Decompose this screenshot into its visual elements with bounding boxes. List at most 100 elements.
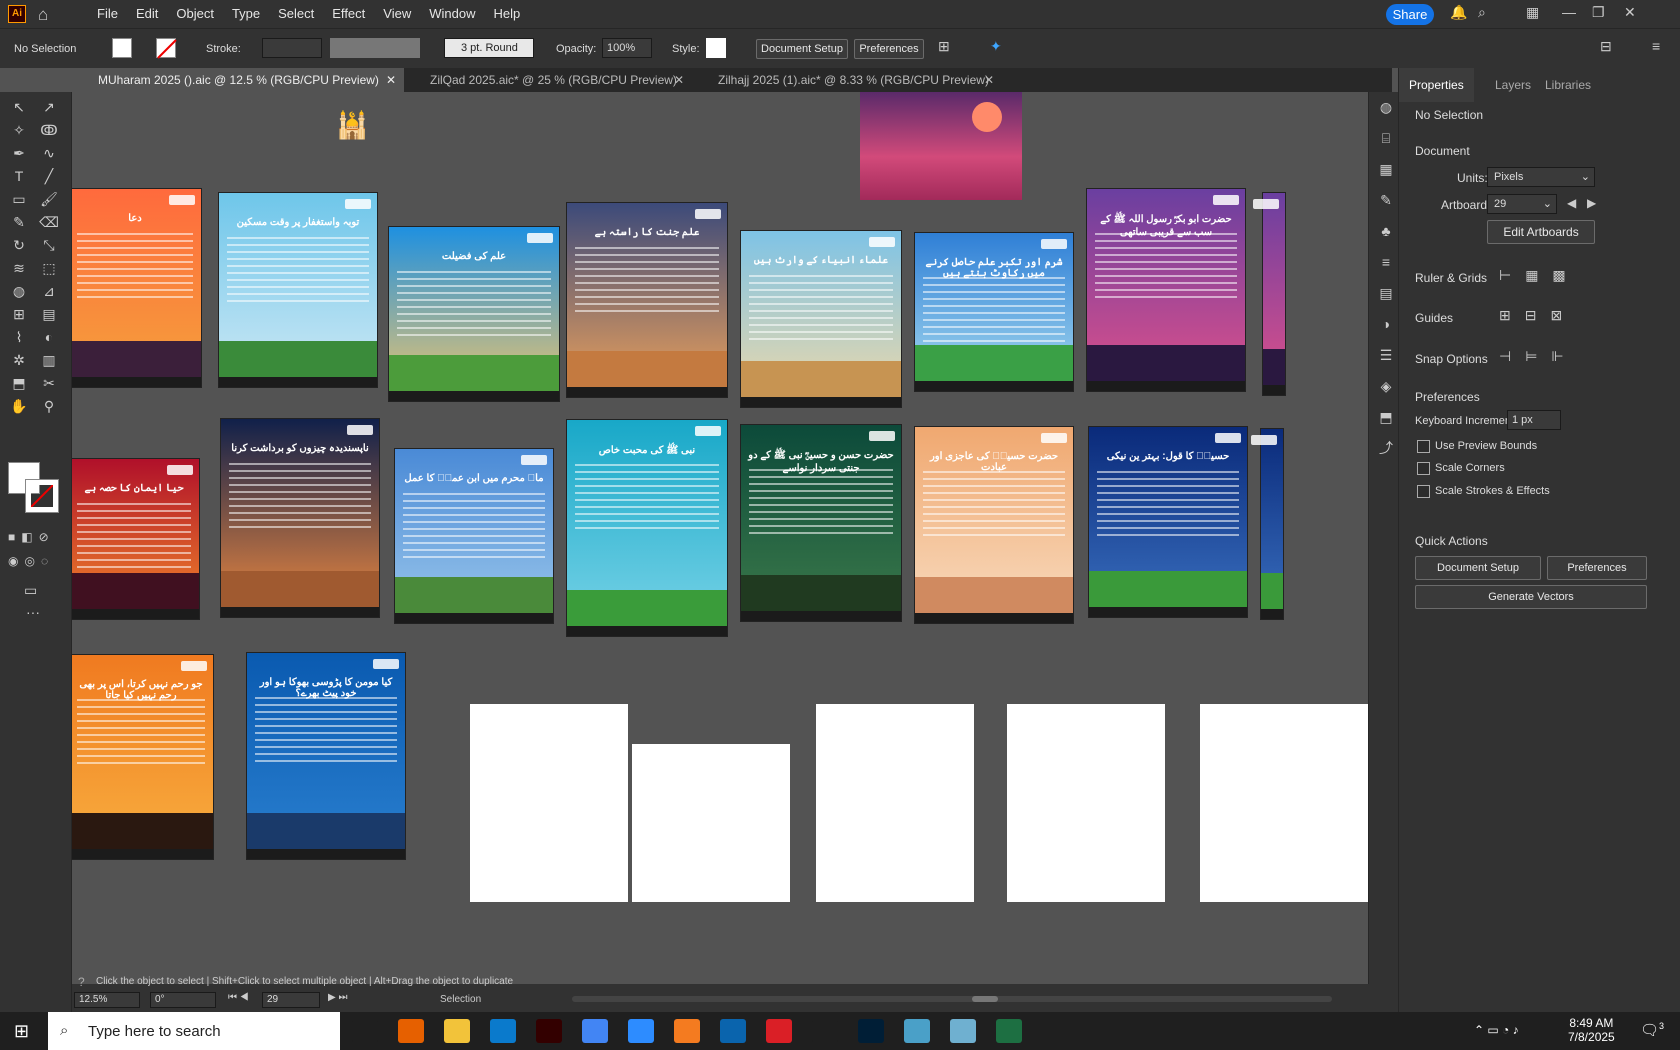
task-view-icon[interactable] (352, 1019, 378, 1043)
artboards-panel-icon[interactable]: ⬒ (1375, 406, 1397, 428)
app2-icon[interactable] (904, 1019, 930, 1043)
recolor-icon[interactable]: ✦ (990, 38, 1002, 55)
preview-bounds-checkbox[interactable] (1417, 440, 1430, 453)
rectangle-tool-icon[interactable]: ▭ (8, 188, 30, 210)
menu-select[interactable]: Select (269, 0, 323, 28)
firefox-icon[interactable] (398, 1019, 424, 1043)
warp-tool-icon[interactable]: ≋ (8, 257, 30, 279)
next-artboard-icon[interactable]: ▶ (1587, 196, 1596, 210)
empty-artboard[interactable] (1007, 704, 1165, 902)
stroke-swatch[interactable] (156, 38, 177, 59)
column-graph-tool-icon[interactable]: ▥ (38, 349, 60, 371)
appearance-icon[interactable]: ◍ (1375, 96, 1397, 118)
file-explorer-icon[interactable] (444, 1019, 470, 1043)
screen-mode-icon[interactable]: ▭ (24, 582, 37, 599)
swatches-icon[interactable]: ▦ (1375, 158, 1397, 180)
opacity-input[interactable]: 100% (602, 38, 652, 58)
bell-icon[interactable]: 🔔 (1450, 4, 1467, 21)
rotation-dropdown[interactable]: 0° (150, 992, 216, 1008)
artboard-card[interactable]: جو رحم نہیں کرتا، اس پر بھی رحم نہیں کیا… (72, 654, 214, 860)
illustrator-icon[interactable] (536, 1019, 562, 1043)
blend-tool-icon[interactable]: ◐ (38, 326, 60, 348)
gradient-tool-icon[interactable]: ▤ (38, 303, 60, 325)
style-swatch[interactable] (706, 38, 726, 58)
outlook-icon[interactable] (720, 1019, 746, 1043)
tab-zilhajj[interactable]: Zilhajj 2025 (1).aic* @ 8.33 % (RGB/CPU … (692, 68, 1002, 92)
align-icon[interactable]: ⊞ (938, 38, 950, 55)
magic-wand-tool-icon[interactable]: ✧ (8, 119, 30, 141)
tab-close-icon[interactable]: ✕ (984, 68, 994, 92)
scale-strokes-checkbox[interactable] (1417, 485, 1430, 498)
empty-artboard[interactable] (816, 704, 974, 902)
tab-close-icon[interactable]: ✕ (674, 68, 684, 92)
menu-edit[interactable]: Edit (127, 0, 167, 28)
artboard-card[interactable]: کیا مومن کا پڑوسی بھوکا ہو اور خود پیٹ ب… (246, 652, 406, 860)
system-tray-icons[interactable]: ⌃ ▭ ◔ ♪ (1474, 1023, 1519, 1037)
artboard-card[interactable]: شرم اور تکبر علم حاصل کرنے میں رکاوٹ بنت… (914, 232, 1074, 392)
vscode-icon[interactable] (490, 1019, 516, 1043)
menu-help[interactable]: Help (484, 0, 529, 28)
export-icon[interactable]: ⤴ (1375, 437, 1397, 459)
empty-artboard[interactable] (1200, 704, 1368, 902)
windows-start-icon[interactable]: ⊞ (14, 1021, 29, 1042)
artboard-card[interactable]: علماء انبیاء کے وارث ہیں (740, 230, 902, 408)
zoom-dropdown[interactable]: 12.5% (74, 992, 140, 1008)
scale-tool-icon[interactable]: ⤡ (38, 234, 60, 256)
taskbar-search[interactable]: ⌕ Type here to search (48, 1012, 340, 1050)
stroke-color-icon[interactable] (25, 479, 59, 513)
keyboard-increment-input[interactable]: 1 px (1507, 410, 1561, 430)
app-icon[interactable] (674, 1019, 700, 1043)
menu-type[interactable]: Type (223, 0, 269, 28)
zoom-tool-icon[interactable]: ⚲ (38, 395, 60, 417)
excel-icon[interactable] (996, 1019, 1022, 1043)
line-tool-icon[interactable]: ╱ (38, 165, 60, 187)
paintbrush-tool-icon[interactable]: 🖌 (38, 188, 60, 210)
free-transform-tool-icon[interactable]: ⬚ (38, 257, 60, 279)
artboard-card[interactable] (1253, 192, 1286, 396)
artboard-card[interactable]: حضرت حسینؓ کی عاجزی اور عبادت (914, 426, 1074, 624)
tab-properties[interactable]: Properties (1399, 68, 1474, 102)
close-icon[interactable]: ✕ (1624, 4, 1636, 21)
layers-panel-icon[interactable]: ◈ (1375, 375, 1397, 397)
share-button[interactable]: Share (1386, 4, 1434, 25)
rotate-tool-icon[interactable]: ↻ (8, 234, 30, 256)
workspace-icon[interactable]: ▦ (1526, 4, 1539, 21)
artboard-card[interactable]: حضرت ابو بکرؓ رسول اللہ ﷺ کے سب سے قریبی… (1086, 188, 1246, 392)
align-panel-icon[interactable]: ≡ (1375, 251, 1397, 273)
shaper-tool-icon[interactable]: ✎ (8, 211, 30, 233)
eraser-tool-icon[interactable]: ⌫ (38, 211, 60, 233)
notification-icon[interactable]: 🗨3 (1640, 1021, 1664, 1039)
prev-artboard-icon[interactable]: ◀ (1567, 196, 1576, 210)
tab-libraries[interactable]: Libraries (1535, 68, 1601, 102)
last-artboard-icon[interactable]: ▶ ⏭ (328, 992, 347, 1003)
units-dropdown[interactable]: Pixels ⌄ (1487, 167, 1595, 187)
type-tool-icon[interactable]: T (8, 165, 30, 187)
tab-zilqad[interactable]: ZilQad 2025.aic* @ 25 % (RGB/CPU Preview… (404, 68, 692, 92)
direct-selection-tool-icon[interactable]: ↗ (38, 96, 60, 118)
arrange-icon[interactable]: ⊟ (1600, 38, 1612, 55)
transparency-panel-icon[interactable]: ◑ (1375, 313, 1397, 335)
menu-object[interactable]: Object (167, 0, 223, 28)
more-tools-icon[interactable]: ··· (26, 604, 40, 620)
home-icon[interactable]: ⌂ (38, 5, 48, 25)
photoshop-icon[interactable] (858, 1019, 884, 1043)
app3-icon[interactable] (950, 1019, 976, 1043)
symbol-sprayer-tool-icon[interactable]: ✲ (8, 349, 30, 371)
artboard-card[interactable]: ماہ محرم میں ابن عمرؓ کا عمل (394, 448, 554, 624)
empty-artboard[interactable] (470, 704, 628, 902)
horizontal-scrollbar[interactable] (572, 996, 1332, 1002)
hand-tool-icon[interactable]: ✋ (8, 395, 30, 417)
artboard-card[interactable]: علم جنت کا راستہ ہے (566, 202, 728, 398)
chrome-icon[interactable] (582, 1019, 608, 1043)
artboard-card[interactable]: حیا ایمان کا حصہ ہے (72, 458, 200, 620)
menu-window[interactable]: Window (420, 0, 484, 28)
desert-camel-artboard[interactable] (860, 92, 1022, 200)
lasso-tool-icon[interactable]: ↂ (38, 119, 60, 141)
artboard-card[interactable]: حضرت حسن و حسینؓ نبی ﷺ کے دو جنتی سردار … (740, 424, 902, 622)
generate-vectors-button[interactable]: Generate Vectors (1415, 585, 1647, 609)
stroke-weight-input[interactable] (262, 38, 322, 58)
restore-icon[interactable]: ❐ (1592, 4, 1605, 21)
panel-menu-icon[interactable]: ≡ (1652, 38, 1660, 54)
eyedropper-tool-icon[interactable]: ⌇ (8, 326, 30, 348)
artboard-navigator[interactable]: 29 (262, 992, 320, 1008)
